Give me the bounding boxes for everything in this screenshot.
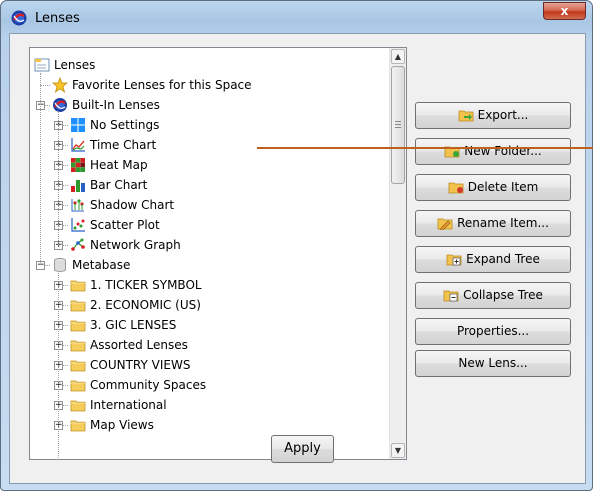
tree-node-label: Network Graph [90,238,181,252]
tree-node[interactable]: + Shadow Chart [30,195,389,215]
folder-icon [70,400,86,412]
tree-node[interactable]: + Time Chart [30,135,389,155]
new-folder-button[interactable]: New Folder... [415,138,571,165]
folder-icon [70,300,86,312]
expand-tree-icon [446,254,462,266]
window-title: Lenses [35,11,80,26]
folder-icon [70,340,86,352]
rename-item-label: Rename Item... [457,216,549,230]
collapse-tree-icon [443,290,459,302]
database-icon [54,258,66,273]
tree-node[interactable]: + Bar Chart [30,175,389,195]
new-lens-button[interactable]: New Lens... [415,350,571,377]
tree-node[interactable]: +2. ECONOMIC (US) [30,295,389,315]
properties-button[interactable]: Properties... [415,318,571,345]
properties-label: Properties... [456,324,530,338]
tree-node[interactable]: + Scatter Plot [30,215,389,235]
tree-node-label: Time Chart [90,138,157,152]
tree-node-label: Lenses [54,58,96,72]
tree-node[interactable]: + Assorted Lenses [30,335,389,355]
tree-node-label: Favorite Lenses for this Space [72,78,252,92]
tree-node-label: Scatter Plot [90,218,160,232]
title-bar[interactable]: Lenses x [1,1,592,33]
tree-node[interactable]: +1. TICKER SYMBOL [30,275,389,295]
tree-node[interactable]: + Community Spaces [30,375,389,395]
scroll-up-button[interactable]: ▲ [391,49,405,64]
tree-node-label: Assorted Lenses [90,338,188,352]
scatter-plot-icon [71,218,85,232]
app-logo-icon [11,10,27,26]
tree-node-label: COUNTRY VIEWS [90,358,191,372]
tree-node[interactable]: + COUNTRY VIEWS [30,355,389,375]
apply-button[interactable]: Apply [271,435,334,463]
collapse-tree-label: Collapse Tree [463,288,543,302]
bar-chart-icon [71,180,85,192]
tree-node-label: 3. GIC LENSES [90,318,177,332]
tree-node[interactable]: − Built-In Lenses [30,95,389,115]
folder-icon [70,280,86,292]
rename-icon [437,218,453,230]
folder-icon [70,420,86,432]
collapse-tree-button[interactable]: Collapse Tree [415,282,571,309]
tree-node-label: International [90,398,167,412]
folder-icon [70,360,86,372]
tree-connector [58,271,59,459]
scroll-down-button[interactable]: ▼ [391,443,405,458]
tree-connector [40,73,41,265]
folder-icon [70,380,86,392]
star-icon [52,77,68,93]
tree-node-label: Map Views [90,418,154,432]
tree-node[interactable]: +3. GIC LENSES [30,315,389,335]
tree-node-label: Bar Chart [90,178,148,192]
tree-connector [58,111,59,245]
tree-node-label: Heat Map [90,158,148,172]
no-settings-icon [71,118,85,132]
scroll-thumb[interactable] [391,66,405,184]
shadow-chart-icon [71,199,84,212]
rename-item-button[interactable]: Rename Item... [415,210,571,237]
export-icon [458,110,474,122]
tree-connector [40,85,50,86]
network-graph-icon [71,238,85,251]
dialog-body: Lenses Favorite Lenses for this Space − Bui… [9,33,586,484]
expand-tree-button[interactable]: Expand Tree [415,246,571,273]
tree-node[interactable]: + Map Views [30,415,389,435]
annotation-pointer-line [257,147,593,149]
time-chart-icon [71,138,85,152]
tree-node-label: Community Spaces [90,378,207,392]
delete-item-button[interactable]: Delete Item [415,174,571,201]
close-button[interactable]: x [543,2,586,20]
heat-map-icon [71,158,85,172]
tree-viewport: Lenses Favorite Lenses for this Space − Bui… [30,48,389,459]
expand-tree-label: Expand Tree [466,252,540,266]
new-lens-label: New Lens... [458,356,528,370]
tree-node-label: Metabase [72,258,131,272]
export-button[interactable]: Export... [415,102,571,129]
export-label: Export... [477,108,529,122]
tree-node-label: Built-In Lenses [72,98,160,112]
tree-scrollbar[interactable]: ▲ ▼ [389,48,406,459]
builtin-lenses-icon [53,98,67,112]
lenses-tree[interactable]: Lenses Favorite Lenses for this Space − Bui… [29,47,407,460]
delete-item-label: Delete Item [467,180,539,194]
tree-node-label: 1. TICKER SYMBOL [90,278,202,292]
root-folder-icon [34,58,50,72]
tree-node-label: No Settings [90,118,160,132]
tree-node[interactable]: Lenses [30,55,389,75]
tree-node-label: Shadow Chart [90,198,175,212]
tree-node-label: 2. ECONOMIC (US) [90,298,201,312]
tree-node[interactable]: − Metabase [30,255,389,275]
tree-node[interactable]: + No Settings [30,115,389,135]
tree-node[interactable]: + Heat Map [30,155,389,175]
tree-node[interactable]: Favorite Lenses for this Space [30,75,389,95]
delete-icon [448,182,464,194]
lenses-window: Lenses x Lenses Favorite Lenses for this … [0,0,593,491]
tree-node[interactable]: + International [30,395,389,415]
folder-icon [70,320,86,332]
tree-node[interactable]: + Network Graph [30,235,389,255]
